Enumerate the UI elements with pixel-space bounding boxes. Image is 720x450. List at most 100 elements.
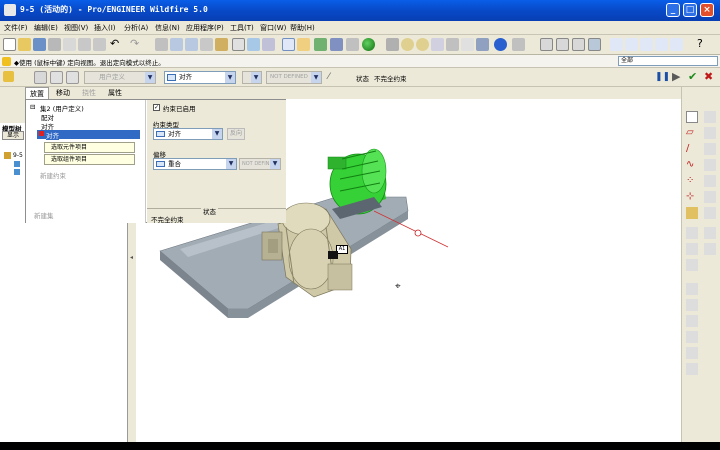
annotations-icon[interactable] (670, 38, 683, 51)
ghost-tool-icon[interactable] (704, 243, 716, 255)
menu-view[interactable]: 视图(V) (64, 23, 88, 33)
display-component-icon[interactable] (34, 71, 47, 84)
close-button[interactable]: × (700, 3, 714, 17)
ghost-tool-icon[interactable] (686, 227, 698, 239)
save-icon[interactable] (33, 38, 46, 51)
menu-analysis[interactable]: 分析(A) (124, 23, 148, 33)
user-defined-select[interactable]: 用户定义 ▼ (84, 71, 156, 84)
ghost-tool-icon[interactable] (704, 143, 716, 155)
collapse-arrow-icon[interactable]: ◂ (130, 254, 133, 261)
ghost-tool-icon[interactable] (686, 299, 698, 311)
ghost-tool-icon[interactable] (686, 283, 698, 295)
datum-planes-icon[interactable] (610, 38, 623, 51)
show-button[interactable]: 显示 (2, 131, 24, 140)
menu-applications[interactable]: 应用程序(P) (186, 23, 224, 33)
offset-type-select[interactable]: ▼ (242, 71, 262, 84)
flip-button[interactable]: 反向 (227, 128, 245, 140)
model-icon[interactable] (262, 38, 275, 51)
constraint-item-selected-row[interactable]: 对齐 (37, 130, 140, 140)
menu-edit[interactable]: 编辑(E) (34, 23, 58, 33)
copy-feature-icon[interactable] (170, 38, 183, 51)
zoom-out-icon[interactable] (416, 38, 429, 51)
shading-icon[interactable] (588, 38, 601, 51)
paste-icon[interactable] (93, 38, 106, 51)
spin-center-icon[interactable] (494, 38, 507, 51)
ghost-tool-icon[interactable] (686, 259, 698, 271)
curve-tool-icon[interactable]: ∿ (686, 159, 698, 171)
panel-constraint-type-select[interactable]: 对齐 ▼ (153, 128, 223, 140)
layer-icon[interactable] (346, 38, 359, 51)
view-manager-icon[interactable] (461, 38, 474, 51)
send-icon[interactable] (63, 38, 76, 51)
tab-move[interactable]: 移动 (52, 87, 74, 99)
datum-points-icon[interactable] (640, 38, 653, 51)
regenerate-icon[interactable] (200, 38, 213, 51)
ghost-tool-icon[interactable] (686, 363, 698, 375)
find-icon[interactable] (215, 38, 228, 51)
select-box-icon[interactable] (232, 38, 245, 51)
plane-tool-icon[interactable]: ▱ (686, 127, 698, 139)
help-icon[interactable]: ? (697, 38, 710, 51)
zoom-in-icon[interactable] (401, 38, 414, 51)
tab-properties[interactable]: 属性 (104, 87, 126, 99)
redo-icon[interactable]: ↷ (130, 38, 143, 51)
ghost-tool-icon[interactable] (686, 331, 698, 343)
axis-tool-icon[interactable]: / (686, 143, 698, 155)
preview-icon[interactable]: ▶ (672, 71, 685, 84)
panel-offset-value-input[interactable]: NOT DEFIN ▼ (239, 158, 281, 170)
menu-info[interactable]: 信息(N) (155, 23, 180, 33)
menu-insert[interactable]: 插入(I) (94, 23, 116, 33)
sketch-icon[interactable] (297, 38, 310, 51)
menu-tools[interactable]: 工具(T) (230, 23, 254, 33)
menu-help[interactable]: 帮助(H) (290, 23, 315, 33)
point-tool-icon[interactable]: ⁘ (686, 175, 698, 187)
ghost-tool-icon[interactable] (704, 227, 716, 239)
menu-window[interactable]: 窗口(W) (260, 23, 286, 33)
selection-filter[interactable]: 全部 (618, 56, 718, 66)
no-hidden-icon[interactable] (572, 38, 585, 51)
ghost-tool-icon[interactable] (704, 191, 716, 203)
new-icon[interactable] (3, 38, 16, 51)
new-constraint-link[interactable]: 新建约束 (40, 170, 66, 180)
cancel-x-icon[interactable]: ✖ (704, 71, 717, 84)
tab-placement[interactable]: 放置 (25, 87, 49, 99)
flip-icon[interactable]: ⁄ (328, 72, 330, 82)
display-style-icon[interactable] (512, 38, 525, 51)
panel-offset-type-select[interactable]: 重合 ▼ (153, 158, 237, 170)
tree-root[interactable]: 9-5 (13, 152, 23, 159)
table-icon[interactable] (247, 38, 260, 51)
analysis-tool-icon[interactable] (686, 207, 698, 219)
undo-icon[interactable]: ↶ (110, 38, 123, 51)
minimize-button[interactable]: _ (666, 3, 680, 17)
tab-flexibility[interactable]: 挠性 (78, 87, 100, 99)
appearance-icon[interactable] (362, 38, 375, 51)
ok-check-icon[interactable]: ✔ (688, 71, 701, 84)
paste-feature-icon[interactable] (185, 38, 198, 51)
hidden-line-icon[interactable] (556, 38, 569, 51)
ghost-tool-icon[interactable] (686, 315, 698, 327)
menu-file[interactable]: 文件(F) (4, 23, 28, 33)
constraint-enabled-checkbox[interactable]: ✓ (153, 104, 160, 111)
constraint-type-select[interactable]: 对齐 ▼ (164, 71, 236, 84)
csys-icon[interactable] (655, 38, 668, 51)
ghost-tool-icon[interactable] (704, 111, 716, 123)
reorient-icon[interactable] (446, 38, 459, 51)
pause-icon[interactable]: ❚❚ (655, 71, 670, 84)
separate-window-icon[interactable] (50, 71, 63, 84)
copy-icon[interactable] (78, 38, 91, 51)
print-icon[interactable] (48, 38, 61, 51)
offset-value-input[interactable]: NOT DEFINED ▼ (266, 71, 322, 84)
repaint-icon[interactable] (386, 38, 399, 51)
component-reference-collector[interactable]: 选取元件项目 (44, 142, 135, 153)
datum-plane-tool-icon[interactable] (686, 111, 698, 123)
csys-tool-icon[interactable]: ⊹ (686, 191, 698, 203)
ghost-tool-icon[interactable] (686, 347, 698, 359)
new-set-link[interactable]: 新建集 (34, 210, 54, 220)
orient-icon[interactable] (314, 38, 327, 51)
ghost-tool-icon[interactable] (704, 175, 716, 187)
refit-icon[interactable] (431, 38, 444, 51)
collapse-icon[interactable]: ⊟ (30, 103, 35, 111)
named-views-icon[interactable] (476, 38, 489, 51)
ghost-tool-icon[interactable] (686, 243, 698, 255)
ghost-tool-icon[interactable] (704, 127, 716, 139)
